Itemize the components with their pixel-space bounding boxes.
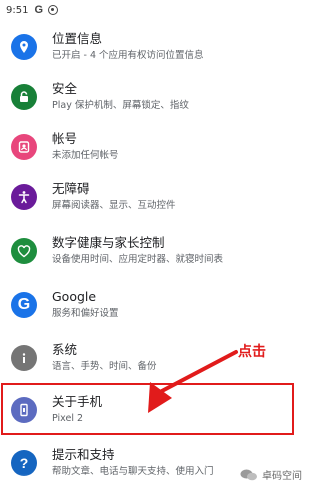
lock-icon: [11, 84, 37, 110]
google-icon: G: [11, 292, 37, 318]
location-icon: [11, 34, 37, 60]
item-subtitle: 服务和偏好设置: [52, 308, 119, 319]
wechat-logo-icon: [240, 469, 257, 480]
item-title: 位置信息: [52, 31, 103, 46]
item-title: 提示和支持: [52, 447, 115, 462]
item-subtitle: 屏幕阅读器、显示、互动控件: [52, 200, 176, 211]
item-title: Google: [52, 289, 97, 304]
item-subtitle: 未添加任何帐号: [52, 150, 119, 161]
wellbeing-icon: [11, 238, 37, 264]
settings-item-accessibility[interactable]: 无障碍 屏幕阅读器、显示、互动控件: [0, 166, 308, 228]
watermark: 卓码空间: [240, 467, 302, 482]
item-subtitle: 已开启 - 4 个应用有权访问位置信息: [52, 50, 204, 61]
annotation-highlight-box: [1, 383, 294, 435]
item-title: 数字健康与家长控制: [52, 235, 165, 250]
item-subtitle: Play 保护机制、屏幕锁定、指纹: [52, 100, 189, 111]
help-icon: ?: [11, 450, 37, 476]
accessibility-icon: [11, 184, 37, 210]
google-notification-icon: G: [34, 4, 44, 16]
watermark-text: 卓码空间: [262, 471, 302, 482]
item-title: 安全: [52, 81, 78, 96]
item-title: 无障碍: [52, 181, 90, 196]
data-saver-icon: [48, 5, 59, 15]
item-subtitle: 语言、手势、时间、备份: [52, 361, 157, 372]
status-time: 9:51: [6, 4, 29, 16]
annotation-label: 点击: [238, 344, 266, 360]
item-title: 帐号: [52, 131, 78, 146]
settings-item-digital-wellbeing[interactable]: 数字健康与家长控制 设备使用时间、应用定时器、就寝时间表: [0, 220, 308, 282]
item-subtitle: 设备使用时间、应用定时器、就寝时间表: [52, 254, 224, 265]
account-icon: [11, 134, 37, 160]
info-icon: [11, 345, 37, 371]
item-title: 系统: [52, 342, 78, 357]
